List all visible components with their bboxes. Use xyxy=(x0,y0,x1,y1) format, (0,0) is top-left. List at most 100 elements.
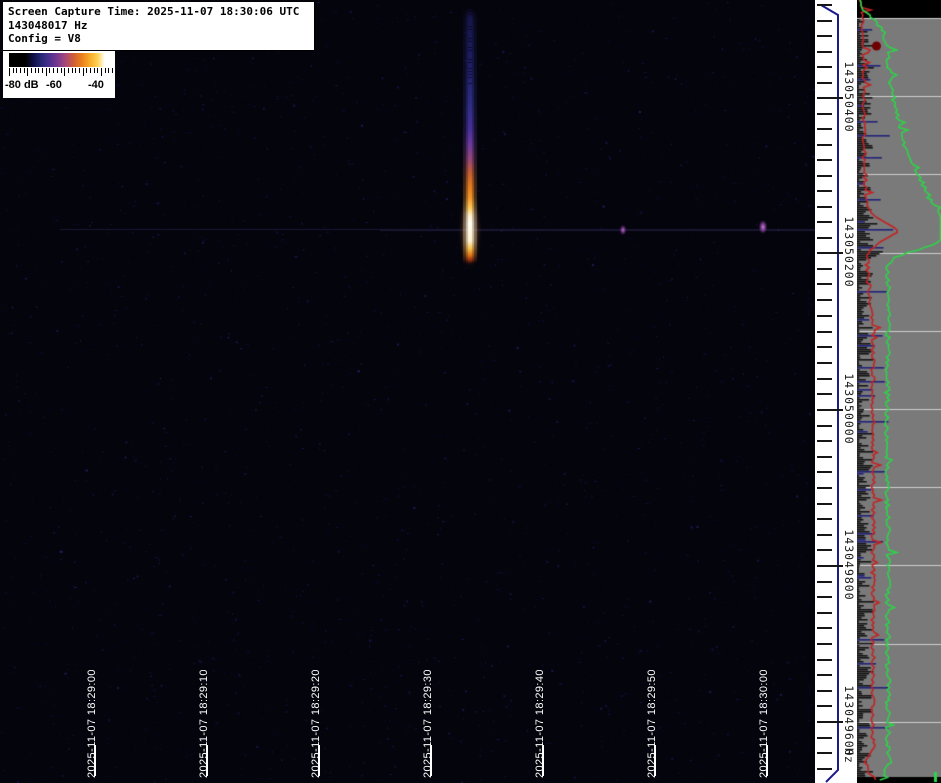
freq-tick-minor xyxy=(817,190,832,192)
scale-tick xyxy=(49,68,50,73)
color-gradient-bar xyxy=(9,53,112,67)
scale-tick xyxy=(42,68,43,73)
time-label: 2025-11-07 18:29:00 xyxy=(86,669,98,778)
capture-time-text: Screen Capture Time: 2025-11-07 18:30:06… xyxy=(8,5,311,19)
freq-tick-minor xyxy=(817,144,832,146)
scale-tick xyxy=(16,68,17,73)
scale-tick xyxy=(101,68,102,76)
scale-tick xyxy=(38,68,39,73)
app-window: 1430504001430502001430500001430498001430… xyxy=(0,0,941,783)
time-label: 2025-11-07 18:29:30 xyxy=(422,669,434,778)
freq-tick-minor xyxy=(817,113,832,115)
freq-tick-minor xyxy=(817,659,832,661)
freq-tick-minor xyxy=(817,362,832,364)
freq-tick-minor xyxy=(817,299,832,301)
freq-tick-minor xyxy=(817,440,832,442)
freq-tick-minor xyxy=(817,471,832,473)
freq-tick-minor xyxy=(817,737,832,739)
freq-tick-minor xyxy=(817,237,832,239)
freq-tick-minor xyxy=(817,752,832,754)
freq-tick-minor xyxy=(817,487,832,489)
freq-tick-minor xyxy=(817,612,832,614)
scale-tick xyxy=(31,68,32,73)
freq-tick-minor xyxy=(817,175,832,177)
scale-tick xyxy=(112,68,113,73)
freq-label: 143049800 xyxy=(842,529,856,600)
center-frequency-text: 143048017 Hz xyxy=(8,19,311,33)
freq-tick-minor xyxy=(817,51,832,53)
scale-label-40db: -40 xyxy=(88,79,104,91)
scale-tick xyxy=(79,68,80,73)
scale-tick xyxy=(53,68,54,73)
frequency-unit-label: Hz xyxy=(842,748,856,764)
freq-tick-minor xyxy=(817,768,832,770)
time-label: 2025-11-07 18:29:50 xyxy=(646,669,658,778)
time-label: 2025-11-07 18:30:00 xyxy=(758,669,770,778)
freq-tick-minor xyxy=(817,346,832,348)
freq-tick-major xyxy=(817,721,843,723)
freq-tick-minor xyxy=(817,4,832,6)
freq-label: 143050200 xyxy=(842,216,856,287)
freq-tick-minor xyxy=(817,378,832,380)
freq-tick-minor xyxy=(817,283,832,285)
freq-tick-minor xyxy=(817,674,832,676)
scale-tick xyxy=(75,68,76,73)
freq-tick-major xyxy=(817,97,843,99)
color-scale-legend: -80 dB -60 -40 xyxy=(3,51,115,98)
freq-tick-minor xyxy=(817,643,832,645)
scale-tick xyxy=(24,68,25,73)
freq-tick-minor xyxy=(817,690,832,692)
scale-label-80db: -80 dB xyxy=(5,79,39,91)
freq-tick-major xyxy=(817,565,843,567)
scale-tick xyxy=(9,68,10,76)
scale-tick xyxy=(57,68,58,73)
freq-tick-minor xyxy=(817,35,832,37)
config-text: Config = V8 xyxy=(8,32,311,46)
scale-tick xyxy=(35,68,36,73)
freq-tick-minor xyxy=(817,596,832,598)
scale-label-60db: -60 xyxy=(46,79,62,91)
freq-tick-minor xyxy=(817,549,832,551)
scale-tick xyxy=(90,68,91,73)
time-label: 2025-11-07 18:29:10 xyxy=(198,669,210,778)
scale-tick xyxy=(20,68,21,73)
time-label: 2025-11-07 18:29:40 xyxy=(534,669,546,778)
scale-tick xyxy=(64,68,65,76)
freq-label: 143050000 xyxy=(842,373,856,444)
waterfall-spectrogram xyxy=(0,0,815,783)
freq-tick-minor xyxy=(817,268,832,270)
freq-tick-minor xyxy=(817,315,832,317)
freq-tick-major xyxy=(817,409,843,411)
live-spectrum-panel xyxy=(857,0,941,783)
frequency-axis: 1430504001430502001430500001430498001430… xyxy=(815,0,857,783)
scale-tick xyxy=(46,68,47,76)
freq-tick-minor xyxy=(817,705,832,707)
scale-tick xyxy=(72,68,73,73)
freq-tick-minor xyxy=(817,331,832,333)
freq-tick-minor xyxy=(817,393,832,395)
freq-tick-major xyxy=(817,252,843,254)
capture-info-box: Screen Capture Time: 2025-11-07 18:30:06… xyxy=(2,1,315,51)
freq-tick-minor xyxy=(817,159,832,161)
freq-tick-minor xyxy=(817,20,832,22)
freq-tick-minor xyxy=(817,534,832,536)
scale-tick xyxy=(61,68,62,73)
scale-tick xyxy=(97,68,98,73)
scale-tick xyxy=(105,68,106,73)
freq-tick-minor xyxy=(817,627,832,629)
freq-tick-minor xyxy=(817,82,832,84)
scale-tick xyxy=(83,68,84,76)
scale-tick xyxy=(108,68,109,73)
freq-label: 143049600 xyxy=(842,685,856,756)
scale-tick xyxy=(86,68,87,73)
freq-tick-minor xyxy=(817,66,832,68)
freq-tick-minor xyxy=(817,581,832,583)
freq-tick-minor xyxy=(817,221,832,223)
scale-tick xyxy=(13,68,14,73)
scale-tick xyxy=(27,68,28,76)
scale-tick xyxy=(68,68,69,73)
freq-tick-minor xyxy=(817,456,832,458)
freq-tick-minor xyxy=(817,503,832,505)
freq-tick-minor xyxy=(817,206,832,208)
freq-tick-minor xyxy=(817,128,832,130)
